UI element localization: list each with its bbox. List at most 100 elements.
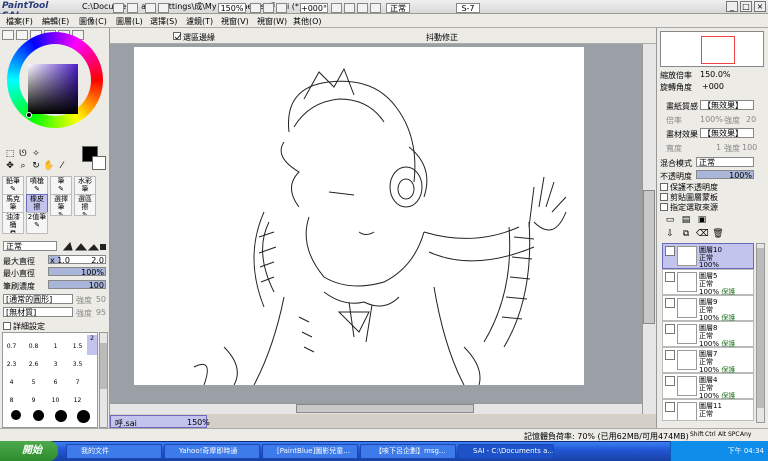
- document-tab[interactable]: 呼.sai 150%: [110, 415, 210, 428]
- preserve-opacity-checkbox[interactable]: [660, 183, 668, 191]
- size-preset[interactable]: 5: [27, 379, 40, 393]
- layer-row[interactable]: 圖層9 正常 100% 保護: [662, 295, 754, 322]
- merge-down-icon[interactable]: ⇩: [664, 228, 676, 240]
- visibility-checkbox[interactable]: [665, 350, 675, 360]
- visibility-checkbox[interactable]: [665, 324, 675, 334]
- stabilizer-select[interactable]: S-7: [456, 3, 480, 13]
- navigator-preview[interactable]: [660, 31, 764, 67]
- drawing-canvas[interactable]: [134, 47, 584, 386]
- size-dot-icon[interactable]: [11, 410, 21, 420]
- invert-selection-icon[interactable]: [158, 3, 169, 13]
- layer-row[interactable]: 圖層11 正常: [662, 399, 754, 421]
- size-presets-scrollbar[interactable]: [99, 332, 108, 428]
- canvas-vertical-scroll-thumb[interactable]: [643, 190, 655, 324]
- taskbar-item-sai[interactable]: SAI - C:\Documents a...: [458, 444, 554, 459]
- zoom-out-icon[interactable]: [250, 3, 261, 13]
- zoom-icon[interactable]: ⌕: [17, 160, 29, 172]
- size-preset[interactable]: 2.3: [5, 361, 18, 375]
- canvas-horizontal-scroll-thumb[interactable]: [296, 404, 474, 413]
- brush-texture-select[interactable]: [無材質]: [3, 307, 73, 317]
- clear-layer-icon[interactable]: ⌫: [696, 228, 709, 240]
- zoom-in-icon[interactable]: [263, 3, 274, 13]
- size-preset[interactable]: 9: [27, 397, 40, 411]
- layer-row[interactable]: 圖層7 正常 100% 保護: [662, 347, 754, 374]
- layer-row[interactable]: 圖層5 正常 100% 保護: [662, 269, 754, 296]
- rotate-left-icon[interactable]: [331, 3, 342, 13]
- brush-bucket[interactable]: 油漆桶 ⛾: [2, 212, 24, 234]
- visibility-checkbox[interactable]: [665, 376, 675, 386]
- rotate-icon[interactable]: ↻: [30, 160, 42, 172]
- zoom-fit-icon[interactable]: [276, 3, 287, 13]
- layer-row[interactable]: 圖層4 正常 100% 保護: [662, 373, 754, 400]
- flip-icon[interactable]: [370, 3, 381, 13]
- size-dot-icon[interactable]: [33, 410, 44, 421]
- lasso-icon[interactable]: ᘎ: [17, 148, 29, 160]
- taskbar-item-yahoo[interactable]: Yahoo!奇摩即時通: [164, 444, 260, 459]
- visibility-checkbox[interactable]: [665, 402, 675, 412]
- taskbar-item-documents[interactable]: 我的文件: [66, 444, 162, 459]
- menu-filter[interactable]: 濾鏡(T): [186, 16, 213, 27]
- marquee-icon[interactable]: ⬚: [4, 148, 16, 160]
- clipping-mask-checkbox[interactable]: [660, 193, 668, 201]
- size-preset[interactable]: 10: [49, 397, 62, 411]
- selection-edge-checkbox[interactable]: [173, 32, 182, 40]
- brush-binary-pen[interactable]: 2值筆 ✎: [26, 212, 48, 234]
- new-folder-icon[interactable]: ▣: [696, 214, 708, 226]
- visibility-checkbox[interactable]: [665, 272, 675, 282]
- move-icon[interactable]: ✥: [4, 160, 16, 172]
- deselect-icon[interactable]: [145, 3, 156, 13]
- zoom-field[interactable]: 150%: [218, 3, 246, 13]
- detail-settings-checkbox[interactable]: [3, 322, 11, 330]
- menu-other[interactable]: 其他(O): [293, 16, 322, 27]
- brush-shape-select[interactable]: [通常的圓形]: [3, 294, 73, 304]
- size-preset[interactable]: 1.5: [71, 343, 84, 357]
- size-preset-selected[interactable]: 2: [87, 335, 97, 355]
- size-dot-icon[interactable]: [55, 410, 67, 422]
- size-preset[interactable]: 3.5: [71, 361, 84, 375]
- menu-view[interactable]: 視窗(V): [221, 16, 249, 27]
- brush-select-eraser[interactable]: 選區擦 ✎: [74, 194, 96, 216]
- brush-blend-mode-select[interactable]: 正常: [3, 241, 57, 251]
- color-wheel-tab[interactable]: [2, 30, 14, 40]
- brush-tip-shapes[interactable]: [62, 240, 108, 251]
- selection-source-checkbox[interactable]: [660, 203, 668, 211]
- rgb-slider-tab[interactable]: [16, 30, 28, 40]
- size-preset[interactable]: 4: [5, 379, 18, 393]
- size-preset[interactable]: 7: [71, 379, 84, 393]
- magic-wand-icon[interactable]: ✧: [30, 148, 42, 160]
- paper-texture-select[interactable]: 【無效果】: [700, 100, 754, 110]
- saturation-value-square[interactable]: [28, 64, 78, 114]
- close-button[interactable]: ×: [754, 1, 766, 12]
- size-preset[interactable]: 1: [49, 343, 62, 357]
- taskbar-item-paintblue[interactable]: [PaintBlue]圖影兒童...: [262, 444, 358, 459]
- size-preset[interactable]: 3: [49, 361, 62, 375]
- start-button[interactable]: 開始: [0, 441, 58, 461]
- rotate-right-icon[interactable]: [344, 3, 355, 13]
- new-linework-layer-icon[interactable]: ▤: [680, 214, 692, 226]
- copy-layer-icon[interactable]: ⧉: [680, 228, 692, 240]
- menu-select[interactable]: 選擇(S): [150, 16, 177, 27]
- navigator-viewport[interactable]: [701, 36, 735, 64]
- brush-select-pen[interactable]: 選擇筆 ✎: [50, 194, 72, 216]
- size-preset[interactable]: 2.6: [27, 361, 40, 375]
- redo-icon[interactable]: [127, 3, 138, 13]
- rotation-field[interactable]: +000°: [300, 3, 328, 13]
- minimize-button[interactable]: _: [726, 1, 738, 12]
- eye-icon[interactable]: [665, 246, 675, 256]
- undo-icon[interactable]: [113, 3, 124, 13]
- size-preset[interactable]: 0.7: [5, 343, 18, 357]
- size-preset[interactable]: 6: [49, 379, 62, 393]
- menu-file[interactable]: 檔案(F): [6, 16, 33, 27]
- layer-list-scrollbar[interactable]: [756, 243, 765, 423]
- effect-select[interactable]: 【無效果】: [700, 128, 754, 138]
- color-picker-cursor[interactable]: [26, 112, 32, 118]
- delete-layer-icon[interactable]: 🗑: [712, 228, 724, 240]
- menu-layer[interactable]: 圖層(L): [116, 16, 143, 27]
- view-mode-select[interactable]: 正常: [386, 3, 410, 13]
- maximize-button[interactable]: □: [740, 1, 752, 12]
- background-color-swatch[interactable]: [92, 156, 106, 170]
- visibility-checkbox[interactable]: [665, 298, 675, 308]
- new-layer-icon[interactable]: ▭: [664, 214, 676, 226]
- size-preset[interactable]: 12: [71, 397, 84, 411]
- hand-icon[interactable]: ✋: [43, 160, 55, 172]
